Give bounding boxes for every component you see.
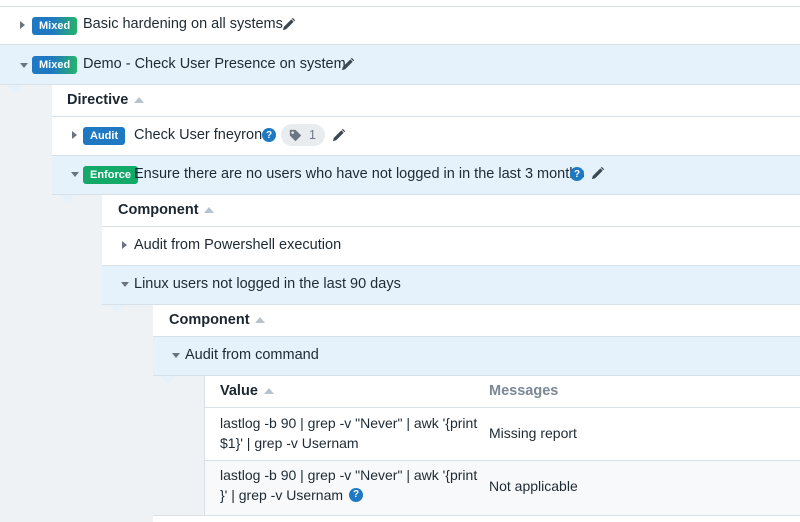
audit-badge: Audit (83, 127, 126, 145)
value-line: $1}' | grep -v Usernam (220, 435, 359, 451)
pencil-icon[interactable] (340, 57, 355, 72)
rule-label[interactable]: Basic hardening on all systems (83, 16, 283, 32)
subcomponent-label[interactable]: Audit from command (185, 347, 319, 363)
tag-icon (289, 129, 302, 141)
mixed-badge: Mixed (32, 17, 78, 35)
tree-gutter-level-2 (52, 194, 102, 522)
table-row: lastlog -b 90 | grep -v "Never" | awk '{… (205, 408, 800, 460)
pencil-icon[interactable] (590, 166, 605, 181)
component-row-linux-users[interactable]: Linux users not logged in the last 90 da… (102, 266, 800, 304)
enforce-badge: Enforce (83, 166, 138, 184)
directive-header[interactable]: Directive (52, 85, 800, 116)
expanded-notch (58, 194, 76, 203)
expanded-notch (159, 375, 177, 384)
help-icon[interactable]: ? (262, 128, 276, 142)
value-line: lastlog -b 90 | grep -v "Never" | awk '{… (220, 415, 478, 431)
collapse-caret-icon[interactable] (172, 353, 180, 358)
expanded-notch (108, 304, 126, 313)
collapse-caret-icon[interactable] (20, 63, 28, 68)
mixed-badge: Mixed (32, 56, 78, 74)
component-row-powershell[interactable]: Audit from Powershell execution (102, 227, 800, 265)
subcomponent-header[interactable]: Component (153, 305, 800, 336)
rule-row-demo[interactable]: Mixed Demo - Check User Presence on syst… (0, 45, 800, 84)
directive-column-title[interactable]: Directive (67, 92, 128, 108)
rule-row-basic-hardening[interactable]: Mixed Basic hardening on all systems (0, 7, 800, 44)
rule-label[interactable]: Demo - Check User Presence on system (83, 56, 346, 72)
sort-asc-icon[interactable] (204, 207, 214, 213)
tags-pill[interactable]: 1 (281, 124, 325, 146)
expand-caret-icon[interactable] (20, 21, 25, 29)
subcomponent-column-title[interactable]: Component (169, 312, 250, 328)
values-table-header: Value Messages (205, 376, 800, 407)
value-column-title[interactable]: Value (220, 383, 258, 399)
value-line: }' | grep -v Usernam (220, 487, 344, 503)
value-cell: lastlog -b 90 | grep -v "Never" | awk '{… (220, 465, 477, 505)
tree-gutter-level-4 (153, 375, 204, 515)
collapse-caret-icon[interactable] (71, 172, 79, 177)
value-line: lastlog -b 90 | grep -v "Never" | awk '{… (220, 467, 478, 483)
expand-caret-icon[interactable] (122, 241, 127, 249)
pencil-icon[interactable] (281, 17, 296, 32)
pencil-icon[interactable] (331, 128, 346, 143)
help-icon[interactable]: ? (349, 488, 364, 502)
tree-gutter-level-1 (0, 84, 52, 522)
table-row: lastlog -b 90 | grep -v "Never" | awk '{… (205, 461, 800, 515)
directive-row-check-user[interactable]: Audit Check User fneyron ? 1 (52, 117, 800, 155)
collapse-caret-icon[interactable] (121, 282, 129, 287)
component-header[interactable]: Component (102, 195, 800, 226)
directive-label[interactable]: Ensure there are no users who have not l… (134, 166, 585, 182)
expand-caret-icon[interactable] (72, 131, 77, 139)
subcomponent-row-audit-command[interactable]: Audit from command (153, 337, 800, 375)
component-label[interactable]: Audit from Powershell execution (134, 237, 341, 253)
tag-count: 1 (309, 128, 316, 142)
component-label[interactable]: Linux users not logged in the last 90 da… (134, 276, 401, 292)
tree-gutter-level-3 (102, 304, 153, 522)
expanded-notch (6, 84, 24, 93)
message-cell: Missing report (489, 425, 577, 441)
directive-row-ensure-users[interactable]: Enforce Ensure there are no users who ha… (52, 156, 800, 194)
sort-asc-icon[interactable] (255, 317, 265, 323)
message-cell: Not applicable (489, 478, 578, 494)
sort-asc-icon[interactable] (264, 388, 274, 394)
value-cell: lastlog -b 90 | grep -v "Never" | awk '{… (220, 413, 477, 453)
component-column-title[interactable]: Component (118, 202, 199, 218)
sort-asc-icon[interactable] (134, 97, 144, 103)
messages-column-title[interactable]: Messages (489, 383, 558, 399)
help-icon[interactable]: ? (570, 167, 584, 181)
directive-label[interactable]: Check User fneyron (134, 127, 262, 143)
value-line-with-help: }' | grep -v Usernam ? (220, 485, 477, 505)
